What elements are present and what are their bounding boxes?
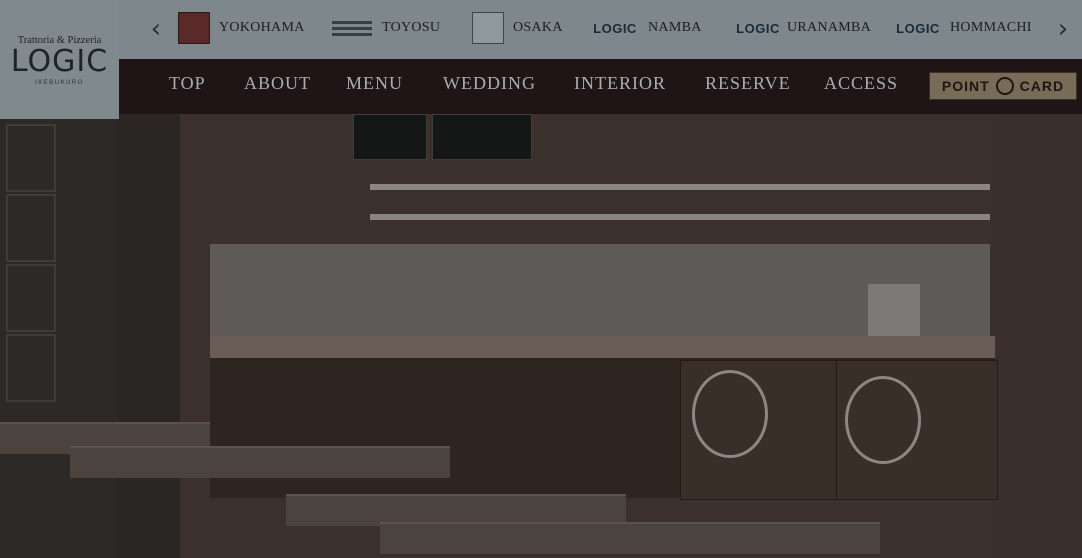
card-icon [995,77,1014,95]
plate-stack [868,284,920,336]
chevron-left-icon[interactable]: ‹ [146,14,166,44]
store-logo-hommachi: LOGIC [896,20,940,36]
shelf [370,184,990,190]
hero-right-wall [998,114,1082,558]
wall-panel [6,124,56,192]
nav-reserve[interactable]: RESERVE [705,73,791,94]
store-name: TOYOSU [382,20,441,35]
store-name: YOKOHAMA [219,20,305,35]
logo-location: IKEBUKURO [35,80,84,86]
shelf [370,214,990,220]
point-card-label-right: CARD [1019,78,1065,94]
wall-panel [6,264,56,332]
point-card-button[interactable]: POINT CARD [929,72,1077,100]
store-link-osaka[interactable]: OSAKA [472,12,563,44]
nav-menu[interactable]: MENU [346,73,403,94]
store-link-hommachi[interactable]: LOGIC HOMMACHI [895,12,1032,44]
store-logo-toyosu [331,13,373,43]
ring-handle [845,376,921,464]
store-name: HOMMACHI [950,20,1032,35]
chevron-right-icon[interactable]: › [1053,14,1073,44]
store-logo-osaka [472,12,504,44]
store-carousel: ‹ YOKOHAMA TOYOSU OSAKA LOGIC NAMBA LOGI… [0,0,1082,59]
chalkboard [432,114,532,160]
nav-access[interactable]: ACCESS [824,73,898,94]
hero-counter [210,336,995,358]
store-name: OSAKA [513,20,563,35]
store-link-yokohama[interactable]: YOKOHAMA [178,12,305,44]
store-link-uranamba[interactable]: LOGIC URANAMBA [736,12,872,44]
nav-wedding[interactable]: WEDDING [443,73,536,94]
wall-panel [6,334,56,402]
store-link-namba[interactable]: LOGIC NAMBA [591,12,702,44]
store-name: NAMBA [648,20,702,35]
nav-top[interactable]: TOP [169,73,206,94]
store-link-toyosu[interactable]: TOYOSU [331,12,440,44]
nav-about[interactable]: ABOUT [244,73,311,94]
dining-table [380,522,880,554]
hero-image [0,114,1082,558]
store-logo-namba: LOGIC [593,20,637,36]
chalkboard [353,114,427,160]
point-card-label-left: POINT [941,78,990,94]
store-name: URANAMBA [787,20,872,35]
store-logo-uranamba: LOGIC [736,20,780,36]
site-logo[interactable]: Trattoria & Pizzeria LOGIC IKEBUKURO [0,0,119,119]
dining-table [70,446,450,478]
main-nav: TOP ABOUT MENU WEDDING INTERIOR RESERVE … [119,59,1082,114]
store-logo-yokohama [178,12,210,44]
wall-panel [6,194,56,262]
ring-handle [692,370,768,458]
logo-wordmark: LOGIC [10,44,109,79]
nav-interior[interactable]: INTERIOR [574,73,666,94]
